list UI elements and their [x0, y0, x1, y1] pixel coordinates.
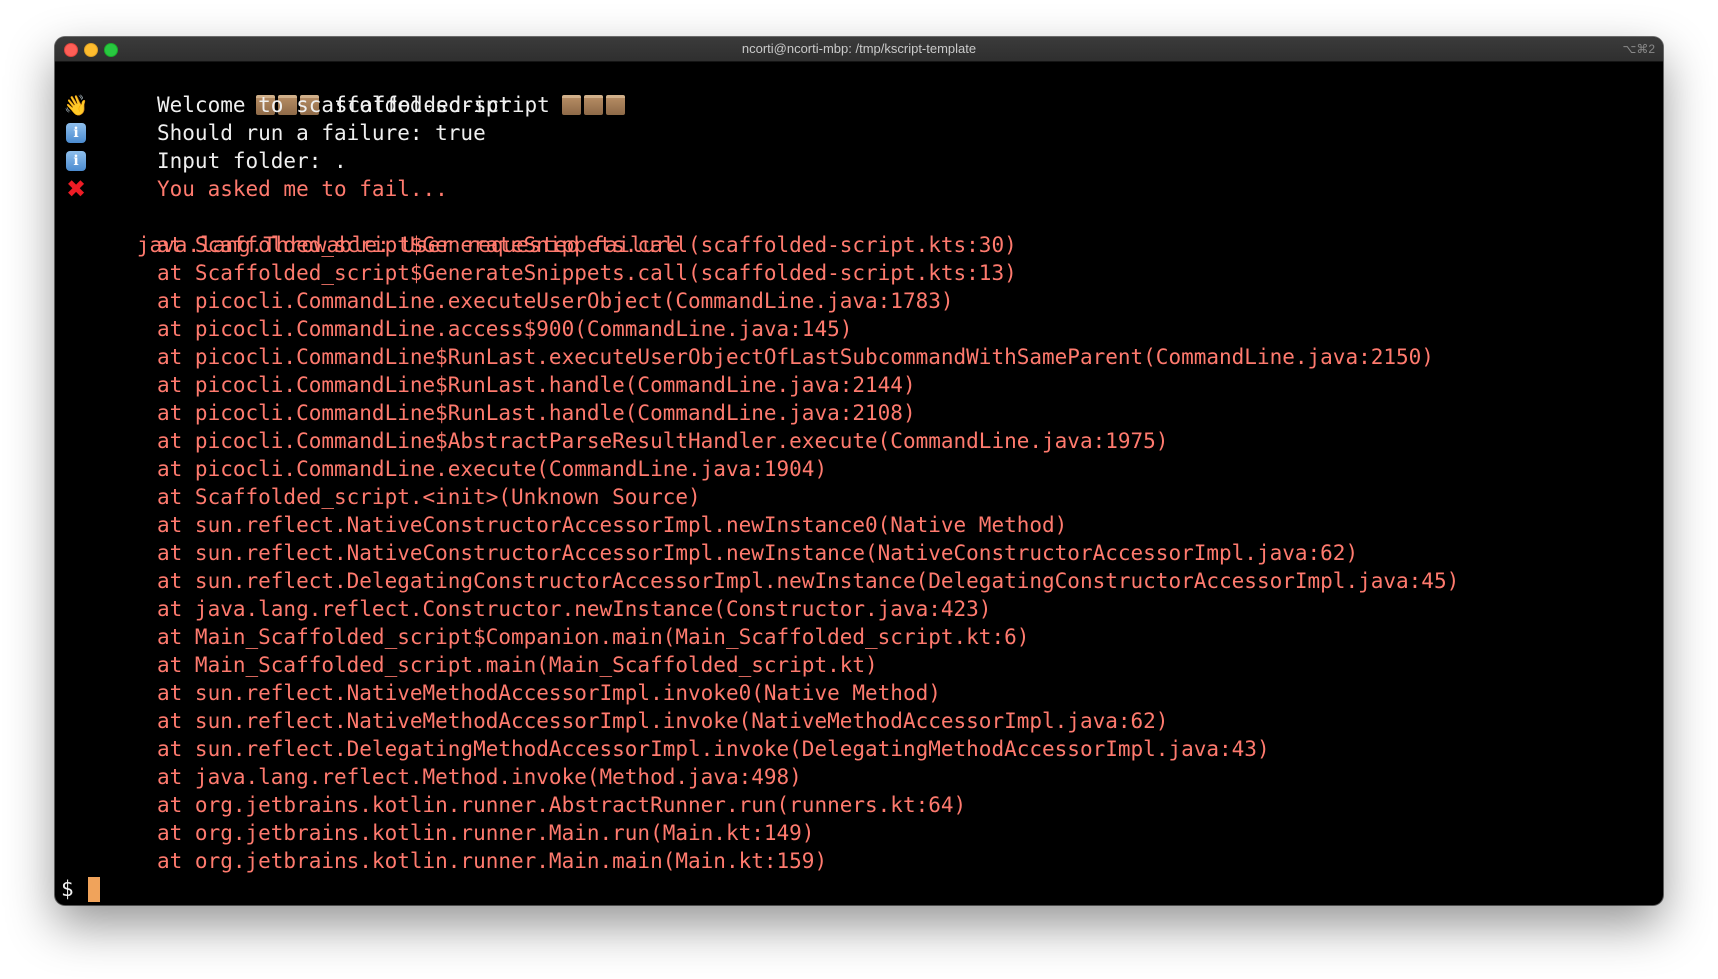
stack-frame-text: at picocli.CommandLine.execute(CommandLi… [157, 457, 828, 481]
stack-frame-text: at Scaffolded_script$GenerateSnippets.ca… [157, 233, 1017, 257]
stack-frame-text: at picocli.CommandLine.access$900(Comman… [157, 317, 853, 341]
stack-frame-text: at picocli.CommandLine$RunLast.handle(Co… [157, 401, 916, 425]
stack-frame-text: at org.jetbrains.kotlin.runner.AbstractR… [157, 793, 967, 817]
cross-mark-icon: ✖ [65, 175, 87, 203]
info-icon: i [61, 147, 91, 175]
message-text: Input folder: . [157, 149, 347, 173]
stack-frame-text: at Scaffolded_script$GenerateSnippets.ca… [157, 261, 1017, 285]
stack-frame-text: at Main_Scaffolded_script.main(Main_Scaf… [157, 653, 878, 677]
message-text: You asked me to fail... [157, 177, 448, 201]
terminal-output[interactable]: scaffolded-script 👋 Welcome to scaffolded… [61, 63, 1657, 905]
prompt-line[interactable]: $ [61, 875, 137, 903]
stack-frame-text: at picocli.CommandLine$AbstractParseResu… [157, 429, 1169, 453]
exception-line: java.lang.Throwable: User requested fail… [61, 203, 681, 257]
stack-frame-text: at picocli.CommandLine$RunLast.handle(Co… [157, 373, 916, 397]
message-text: Welcome to scaffolded-script [157, 93, 512, 117]
stack-frame-text: at org.jetbrains.kotlin.runner.Main.run(… [157, 821, 815, 845]
stack-frame-text: at picocli.CommandLine$RunLast.executeUs… [157, 345, 1434, 369]
header-line: scaffolded-script [61, 63, 626, 117]
package-box-icon [562, 95, 582, 115]
package-box-icon [584, 95, 604, 115]
stack-frame-text: at picocli.CommandLine.executeUserObject… [157, 289, 954, 313]
stack-frame-text: at sun.reflect.NativeMethodAccessorImpl.… [157, 681, 941, 705]
info-icon: i [61, 119, 91, 147]
prompt-symbol: $ [61, 877, 74, 901]
stack-frame-text: at java.lang.reflect.Constructor.newInst… [157, 597, 992, 621]
title-bar[interactable]: ncorti@ncorti-mbp: /tmp/kscript-template… [55, 37, 1663, 62]
terminal-window[interactable]: ncorti@ncorti-mbp: /tmp/kscript-template… [55, 37, 1663, 905]
stack-frame-text: at sun.reflect.NativeMethodAccessorImpl.… [157, 709, 1169, 733]
stack-frame-text: at sun.reflect.DelegatingMethodAccessorI… [157, 737, 1270, 761]
window-title: ncorti@ncorti-mbp: /tmp/kscript-template [741, 41, 977, 56]
stack-frame-text: at sun.reflect.NativeConstructorAccessor… [157, 541, 1359, 565]
stack-frame-text: at java.lang.reflect.Method.invoke(Metho… [157, 765, 802, 789]
package-box-icon [606, 95, 626, 115]
stack-frame-text: at Main_Scaffolded_script$Companion.main… [157, 625, 1030, 649]
stack-frame-text: at org.jetbrains.kotlin.runner.Main.main… [157, 849, 828, 873]
stack-frame-text: at sun.reflect.DelegatingConstructorAcce… [157, 569, 1460, 593]
waving-hand-icon: 👋 [63, 93, 89, 117]
message-text: Should run a failure: true [157, 121, 486, 145]
stack-frame-text: at sun.reflect.NativeConstructorAccessor… [157, 513, 1068, 537]
window-shortcut: ⌥⌘2 [1622, 42, 1655, 56]
text-cursor [88, 877, 100, 902]
stack-frame-text: at Scaffolded_script.<init>(Unknown Sour… [157, 485, 701, 509]
